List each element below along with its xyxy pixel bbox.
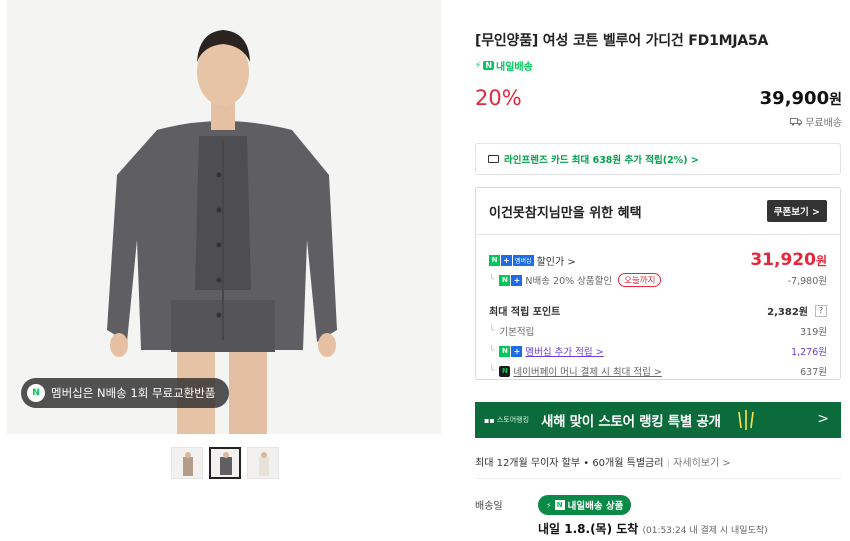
discount-amount: -7,980원 xyxy=(787,276,827,287)
store-ranking-banner[interactable]: ▪▪ 스토어랭킹 새해 맞이 스토어 랭킹 특별 공개 > xyxy=(475,402,841,438)
discount-rate: 20% xyxy=(475,86,522,110)
branch-line-icon: └ xyxy=(489,326,495,336)
credit-card-icon xyxy=(488,155,499,163)
discount-row: └ N + N배송 20% 상품할인 오늘까지 -7,980원 xyxy=(489,273,827,287)
basic-points-label: 기본적립 xyxy=(499,327,535,338)
installment-more-link[interactable]: 자세히보기 > xyxy=(673,458,731,469)
membership-points-link[interactable]: 멤버십 추가 적립 > xyxy=(525,344,603,358)
product-title: [무인양품] 여성 코튼 벨루어 가디건 FD1MJA5A xyxy=(475,33,769,49)
banner-arrow-icon: > xyxy=(817,411,829,427)
thumbnail-strip xyxy=(171,447,279,479)
n-plus-icon: N + xyxy=(499,345,523,357)
price-value: 39,900 xyxy=(759,88,830,109)
n-plus-icon: N + xyxy=(499,274,523,286)
basic-points-row: └ 기본적립 319원 xyxy=(489,324,827,338)
naver-pay-icon: N xyxy=(499,365,511,377)
sale-price-row: N + 멤버십 할인가 > 31,920원 xyxy=(489,250,827,270)
n-plus-membership-icon: N + 멤버십 xyxy=(489,254,534,266)
truck-icon xyxy=(790,118,803,126)
product-main-image[interactable] xyxy=(7,0,441,434)
branch-line-icon: └ xyxy=(489,346,495,356)
price-unit: 원 xyxy=(829,92,842,108)
coupon-view-button[interactable]: 쿠폰보기 > xyxy=(766,200,827,222)
benefit-box: 이건못참지님만을 위한 혜택 쿠폰보기 > N + 멤버십 할인가 > 31,920… xyxy=(475,187,841,380)
shipping-label: 무료배송 xyxy=(805,118,842,129)
card-offer-text: 라인프렌즈 카드 최대 638원 추가 적립(2%) > xyxy=(504,155,699,166)
product-gallery: N 멤버십은 N배송 1회 무료교환반품 xyxy=(0,0,441,541)
shipping-info: 무료배송 xyxy=(790,114,842,129)
points-total: 2,382원 xyxy=(767,307,808,318)
sale-label: 할인가 > xyxy=(536,256,576,268)
membership-badge: N 멤버십은 N배송 1회 무료교환반품 xyxy=(21,378,230,408)
help-icon[interactable]: ? xyxy=(815,304,827,317)
discount-line: N배송 20% 상품할인 xyxy=(525,276,613,287)
branch-line-icon: └ xyxy=(489,275,495,285)
basic-points-value: 319원 xyxy=(800,327,827,338)
product-info: [무인양품] 여성 코튼 벨루어 가디건 FD1MJA5A ⚡ N 내일배송 2… xyxy=(475,0,842,541)
thumbnail-3[interactable] xyxy=(247,447,279,479)
delivery-label: 배송일 xyxy=(475,501,503,512)
points-row: 최대 적립 포인트 2,382원 ? xyxy=(489,303,827,318)
benefit-heading: 이건못참지님만을 위한 혜택 xyxy=(489,205,642,221)
membership-badge-text: 멤버십은 N배송 1회 무료교환반품 xyxy=(51,386,216,400)
banner-message: 새해 맞이 스토어 랭킹 특별 공개 xyxy=(541,414,721,430)
n-logo-icon: N xyxy=(483,61,495,70)
card-offer[interactable]: 라인프렌즈 카드 최대 638원 추가 적립(2%) > xyxy=(475,143,841,175)
banner-tag: ▪▪ 스토어랭킹 xyxy=(484,415,530,425)
membership-points-value: 1,276원 xyxy=(791,347,827,358)
sparkle-icon xyxy=(737,410,754,430)
delivery-tag-label: 내일배송 xyxy=(496,62,533,73)
membership-points-row: └ N + 멤버십 추가 적립 > 1,276원 xyxy=(489,344,827,358)
n-membership-icon: N xyxy=(27,384,45,402)
lightning-icon: ⚡ xyxy=(475,60,482,71)
delivery-note: (01:53:24 내 결제 시 내일도착) xyxy=(642,526,768,536)
npay-points-link[interactable]: 네이버페이 머니 결제 시 최대 적립 > xyxy=(513,364,661,378)
n-logo-icon: N xyxy=(554,500,565,510)
thumbnail-1[interactable] xyxy=(171,447,203,479)
npay-points-row: └ N 네이버페이 머니 결제 시 최대 적립 > 637원 xyxy=(489,364,827,378)
branch-line-icon: └ xyxy=(489,366,495,376)
delivery-tag: ⚡ N 내일배송 xyxy=(475,58,533,74)
delivery-pill: ⚡ N 내일배송 상품 xyxy=(538,495,632,515)
divider xyxy=(475,478,841,479)
thumbnail-2-selected[interactable] xyxy=(209,447,241,479)
delivery-date: 내일 1.8.(목) 도착 (01:53:24 내 결제 시 내일도착) xyxy=(538,522,768,536)
installment-info: 최대 12개월 무이자 할부 • 60개월 특별금리 | 자세히보기 > xyxy=(475,458,731,469)
grid-icon: ▪▪ xyxy=(484,415,495,425)
sale-label-group[interactable]: N + 멤버십 할인가 > xyxy=(489,253,576,268)
lightning-icon: ⚡ xyxy=(546,500,552,510)
sale-price: 31,920원 xyxy=(750,250,827,270)
today-only-chip: 오늘까지 xyxy=(618,273,662,287)
benefit-header: 이건못참지님만을 위한 혜택 쿠폰보기 > xyxy=(476,188,840,235)
npay-points-value: 637원 xyxy=(800,367,827,378)
installment-text: 최대 12개월 무이자 할부 • 60개월 특별금리 xyxy=(475,458,664,469)
original-price: 39,900원 xyxy=(760,88,842,109)
points-label: 최대 적립 포인트 xyxy=(489,307,561,318)
